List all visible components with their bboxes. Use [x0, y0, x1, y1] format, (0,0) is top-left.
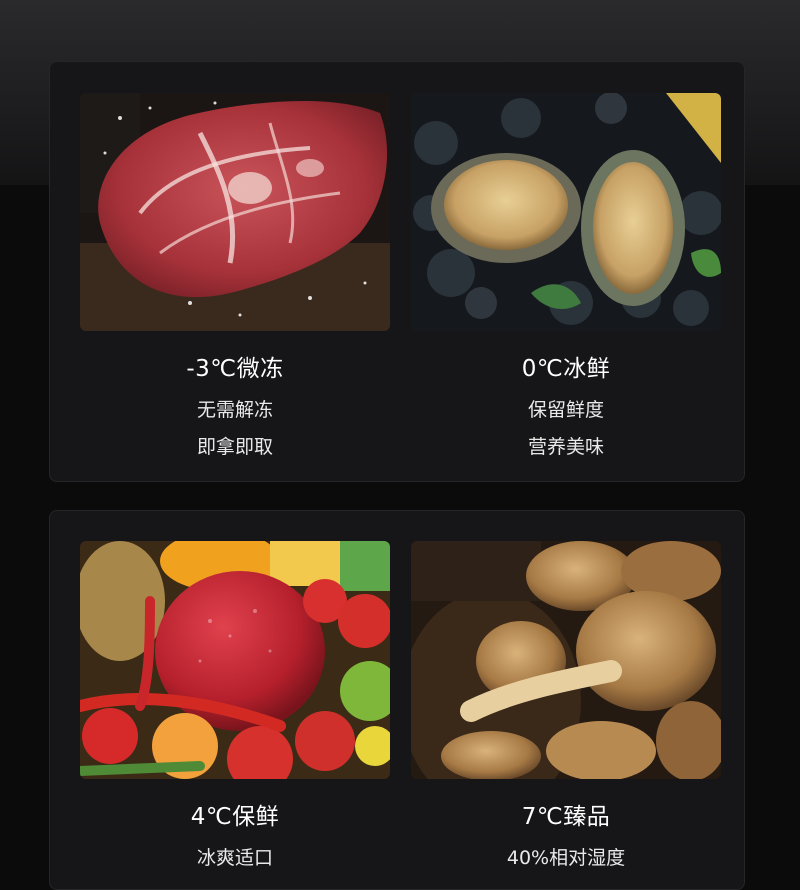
card-frozen: -3℃微冻 无需解冻 即拿即取	[80, 93, 390, 459]
card-title: 4℃保鲜	[190, 804, 280, 830]
card-title: 0℃冰鲜	[521, 356, 611, 382]
card-desc-line-2: 即拿即取	[196, 436, 273, 458]
abalone-photo	[411, 93, 721, 331]
card-desc-line-1: 无需解冻	[196, 399, 273, 421]
card-title: -3℃微冻	[186, 356, 284, 382]
card-desc-line-1: 冰爽适口	[196, 847, 273, 869]
steak-photo	[80, 93, 390, 331]
card-title: 7℃臻品	[521, 804, 611, 830]
dried-mushrooms-photo	[411, 541, 721, 779]
temperature-panel-1: -3℃微冻 无需解冻 即拿即取 0℃冰鲜 保留鲜度 营养美味	[49, 61, 745, 482]
temperature-panel-2: 4℃保鲜 冰爽适口 7℃臻品 40%相对湿度	[49, 510, 745, 890]
card-premium: 7℃臻品 40%相对湿度	[411, 541, 721, 870]
card-fresh: 4℃保鲜 冰爽适口	[80, 541, 390, 870]
card-desc-line-2: 营养美味	[527, 436, 604, 458]
card-desc-line-1: 保留鲜度	[527, 399, 604, 421]
fruit-vegetables-photo	[80, 541, 390, 779]
card-chilled: 0℃冰鲜 保留鲜度 营养美味	[411, 93, 721, 459]
card-desc-line-1: 40%相对湿度	[506, 847, 626, 869]
